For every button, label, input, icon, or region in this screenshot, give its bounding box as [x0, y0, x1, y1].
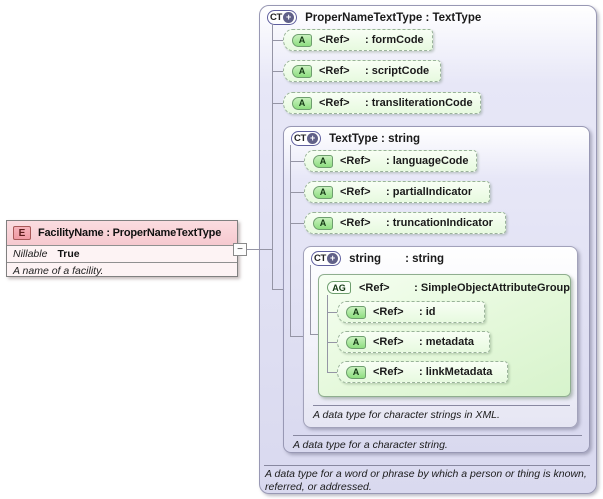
attribute-badge: A: [346, 335, 366, 349]
tree-branch: [272, 103, 283, 104]
nillable-value: True: [57, 248, 80, 260]
element-annotation: A name of a facility.: [13, 265, 104, 277]
complex-type-title: TextType : string: [329, 132, 421, 145]
separator: [293, 435, 582, 436]
attribute-ref: <Ref>: [319, 65, 350, 77]
attribute-name: : id: [419, 306, 436, 318]
attribute-ref: <Ref>: [340, 186, 371, 198]
complex-type-title: ProperNameTextType : TextType: [305, 11, 482, 24]
complex-type-badge[interactable]: CT +: [311, 251, 342, 266]
ct-badge-label: CT: [314, 253, 327, 264]
attribute-badge: A: [292, 33, 312, 47]
attribute-badge: A: [313, 216, 333, 230]
annotation-string: A data type for character strings in XML…: [313, 409, 500, 421]
attribute-group-header[interactable]: AG <Ref> : SimpleObjectAttributeGroup: [319, 275, 570, 294]
annotation-propernametexttype: A data type for a word or phrase by whic…: [265, 468, 587, 493]
tree-branch: [290, 336, 303, 337]
attribute-box-languagecode[interactable]: A <Ref> : languageCode: [304, 150, 477, 172]
complex-type-badge[interactable]: CT +: [291, 131, 322, 146]
attribute-box-transliterationcode[interactable]: A <Ref> : transliterationCode: [283, 92, 481, 114]
complex-type-badge[interactable]: CT +: [267, 10, 298, 25]
attribute-ref: <Ref>: [319, 97, 350, 109]
tree-line: [290, 145, 291, 337]
ct-badge-label: CT: [270, 12, 283, 23]
tree-branch: [272, 40, 283, 41]
complex-type-header[interactable]: CT + TextType : string: [284, 127, 589, 146]
attribute-group-name: : SimpleObjectAttributeGroup: [414, 281, 570, 294]
tree-branch: [327, 372, 337, 373]
tree-line: [310, 265, 311, 335]
attribute-box-formcode[interactable]: A <Ref> : formCode: [283, 29, 433, 51]
attribute-ref: <Ref>: [373, 336, 404, 348]
tree-branch: [272, 289, 283, 290]
attribute-ref: <Ref>: [373, 306, 404, 318]
element-header[interactable]: E FacilityName : ProperNameTextType: [7, 221, 237, 245]
ct-badge-label: CT: [294, 133, 307, 144]
collapse-toggle-button[interactable]: −: [233, 243, 247, 256]
complex-type-title: string: [349, 252, 382, 265]
expand-plus-icon[interactable]: +: [283, 12, 295, 23]
attribute-ref: <Ref>: [319, 34, 350, 46]
attribute-ref: <Ref>: [340, 155, 371, 167]
attribute-name: : scriptCode: [365, 65, 430, 77]
schema-diagram-canvas: CT + ProperNameTextType : TextType CT + …: [0, 0, 603, 499]
complex-type-header[interactable]: CT + ProperNameTextType : TextType: [260, 6, 596, 25]
separator: [313, 405, 570, 406]
attribute-name: : partialIndicator: [386, 186, 473, 198]
element-property-row: Nillable True: [7, 245, 237, 262]
annotation-texttype: A data type for a character string.: [293, 439, 448, 451]
attribute-box-metadata[interactable]: A <Ref> : metadata: [337, 331, 490, 353]
attribute-name: : languageCode: [386, 155, 469, 167]
attribute-ref: <Ref>: [373, 366, 404, 378]
expand-plus-icon[interactable]: +: [307, 133, 319, 144]
tree-branch: [290, 223, 304, 224]
attribute-name: : formCode: [365, 34, 424, 46]
attribute-group-badge: AG: [327, 281, 351, 294]
tree-branch: [327, 342, 337, 343]
attribute-name: : metadata: [419, 336, 475, 348]
tree-line: [327, 295, 328, 372]
tree-branch: [327, 312, 337, 313]
separator: [264, 465, 590, 466]
expand-plus-icon[interactable]: +: [327, 253, 339, 264]
nillable-label: Nillable: [13, 248, 48, 260]
attribute-badge: A: [313, 185, 333, 199]
attribute-badge: A: [313, 154, 333, 168]
element-box-facilityname[interactable]: E FacilityName : ProperNameTextType Nill…: [6, 220, 238, 277]
element-badge: E: [13, 226, 31, 240]
tree-line: [272, 24, 273, 290]
attribute-group-ref: <Ref>: [359, 281, 390, 294]
attribute-box-linkmetadata[interactable]: A <Ref> : linkMetadata: [337, 361, 508, 383]
attribute-name: : linkMetadata: [419, 366, 493, 378]
tree-branch: [290, 161, 304, 162]
minus-icon: −: [237, 243, 243, 255]
attribute-name: : transliterationCode: [365, 97, 473, 109]
attribute-box-scriptcode[interactable]: A <Ref> : scriptCode: [283, 60, 441, 82]
attribute-ref: <Ref>: [340, 217, 371, 229]
attribute-box-id[interactable]: A <Ref> : id: [337, 301, 485, 323]
attribute-box-partialindicator[interactable]: A <Ref> : partialIndicator: [304, 181, 490, 203]
complex-type-header[interactable]: CT + string : string: [304, 247, 577, 266]
connector-line: [247, 249, 272, 250]
attribute-name: : truncationIndicator: [386, 217, 493, 229]
attribute-badge: A: [292, 96, 312, 110]
tree-branch: [272, 71, 283, 72]
attribute-badge: A: [346, 365, 366, 379]
attribute-badge: A: [346, 305, 366, 319]
attribute-badge: A: [292, 64, 312, 78]
complex-type-base: : string: [405, 252, 445, 265]
element-title: FacilityName : ProperNameTextType: [38, 227, 222, 239]
attribute-box-truncationindicator[interactable]: A <Ref> : truncationIndicator: [304, 212, 506, 234]
element-annotation-row: A name of a facility.: [7, 262, 237, 279]
tree-branch: [310, 334, 318, 335]
tree-branch: [290, 192, 304, 193]
